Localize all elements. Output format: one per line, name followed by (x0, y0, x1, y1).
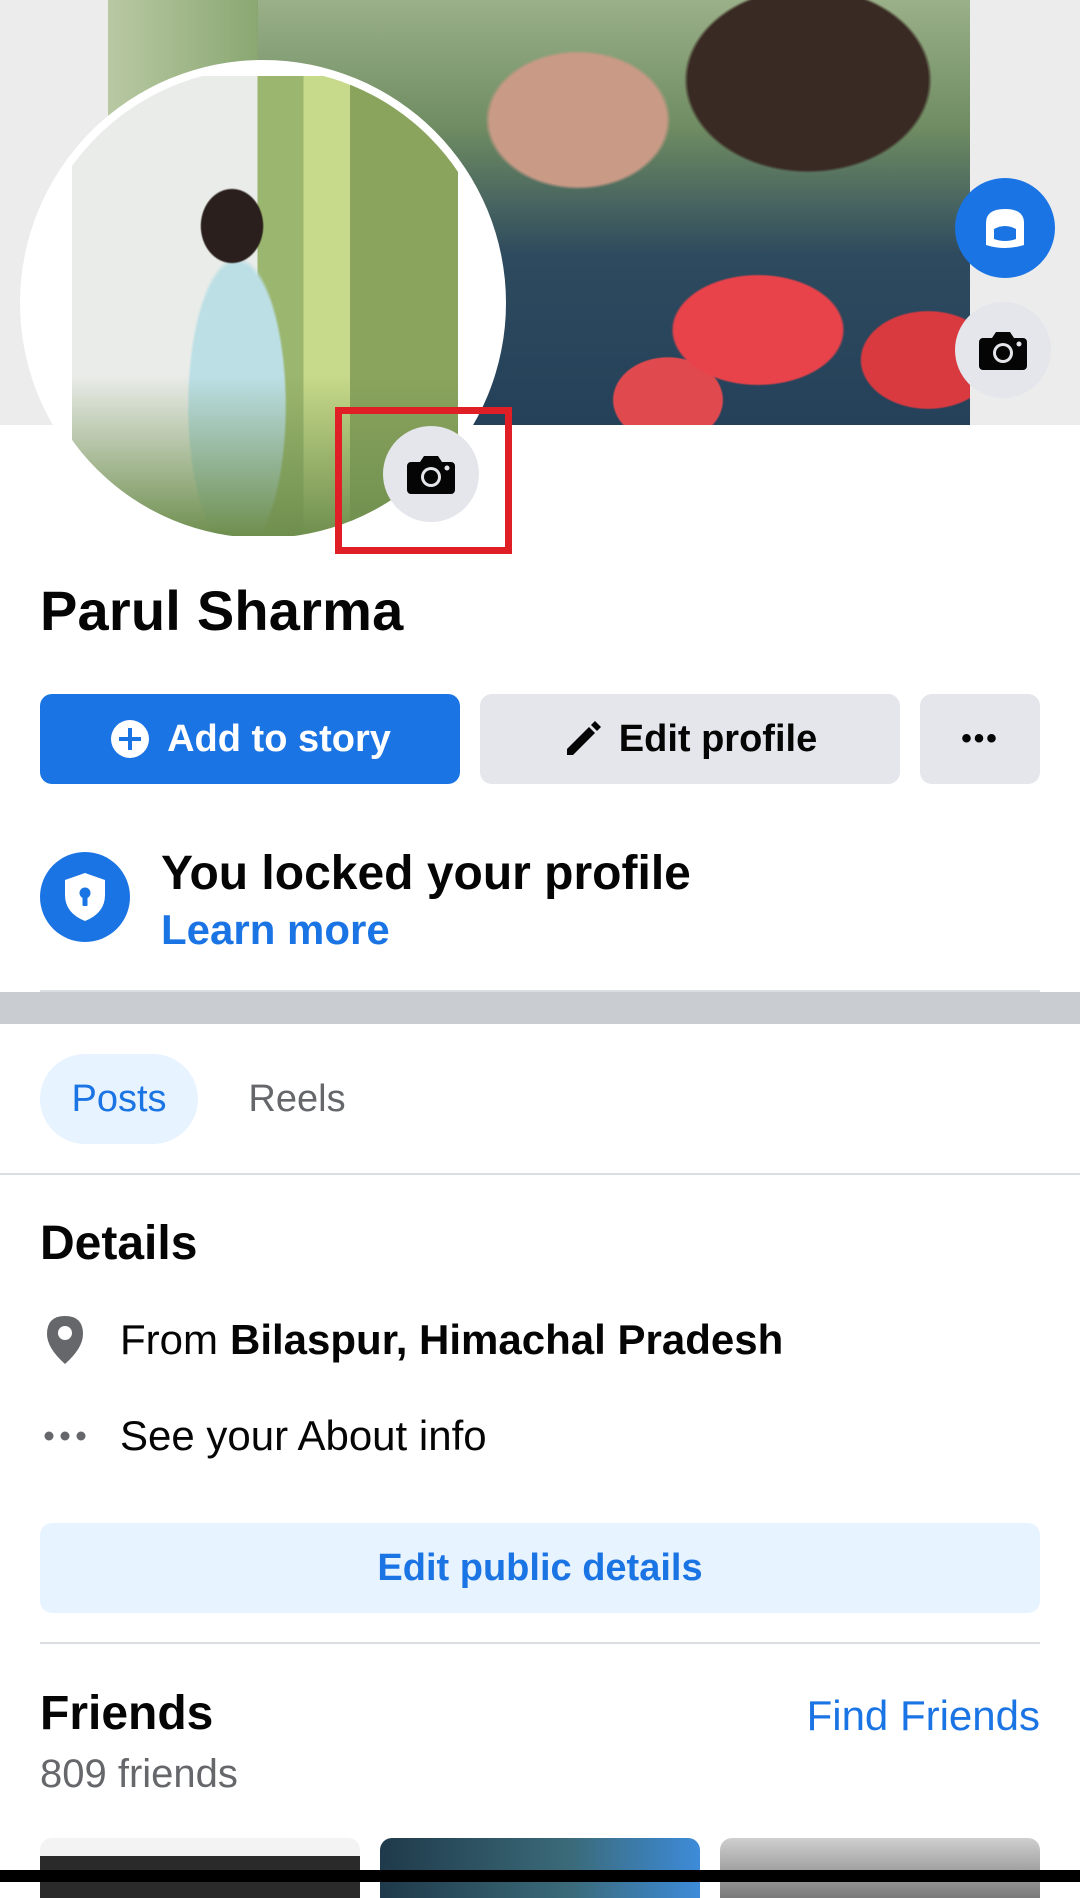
section-separator (0, 992, 1080, 1024)
plus-circle-icon (109, 718, 151, 760)
edit-public-details-label: Edit public details (377, 1546, 703, 1589)
more-options-button[interactable]: ••• (920, 694, 1040, 784)
ellipsis-icon: ••• (961, 722, 999, 755)
ellipsis-icon (40, 1430, 90, 1442)
edit-profile-button[interactable]: Edit profile (480, 694, 900, 784)
see-about-info[interactable]: See your About info (40, 1412, 487, 1460)
see-about-label: See your About info (120, 1412, 487, 1459)
edit-profile-label: Edit profile (618, 717, 818, 760)
friend-thumbnail[interactable] (40, 1838, 360, 1898)
details-heading: Details (40, 1217, 198, 1270)
system-nav-bar (0, 1870, 1080, 1882)
shield-lock-icon (40, 852, 130, 942)
cover-camera-button[interactable] (955, 302, 1051, 398)
friend-thumbnail[interactable] (380, 1838, 700, 1898)
lock-notice-title: You locked your profile (161, 847, 691, 900)
detail-from-prefix: From (120, 1316, 218, 1363)
tabs-divider (0, 1173, 1080, 1175)
camera-icon (979, 332, 1027, 370)
friend-count: 809 friends (40, 1752, 238, 1796)
highlight-box (335, 407, 512, 554)
add-to-story-label: Add to story (167, 717, 391, 760)
detail-hometown: From Bilaspur, Himachal Pradesh (40, 1314, 783, 1366)
tab-posts[interactable]: Posts (40, 1054, 198, 1144)
avatar-icon (986, 209, 1024, 248)
friend-thumbnail[interactable] (720, 1838, 1040, 1898)
tab-posts-label: Posts (71, 1077, 167, 1120)
tab-reels-label: Reels (248, 1077, 346, 1120)
divider (40, 1642, 1040, 1644)
learn-more-link[interactable]: Learn more (161, 906, 390, 954)
detail-from-place: Bilaspur, Himachal Pradesh (230, 1316, 784, 1363)
friends-heading: Friends (40, 1687, 214, 1740)
add-to-story-button[interactable]: Add to story (40, 694, 460, 784)
edit-public-details-button[interactable]: Edit public details (40, 1523, 1040, 1613)
find-friends-link[interactable]: Find Friends (807, 1692, 1040, 1740)
pencil-icon (563, 719, 603, 759)
tab-reels[interactable]: Reels (218, 1054, 376, 1144)
avatar-button[interactable] (955, 178, 1055, 278)
location-pin-icon (40, 1314, 90, 1366)
profile-name: Parul Sharma (40, 579, 404, 642)
